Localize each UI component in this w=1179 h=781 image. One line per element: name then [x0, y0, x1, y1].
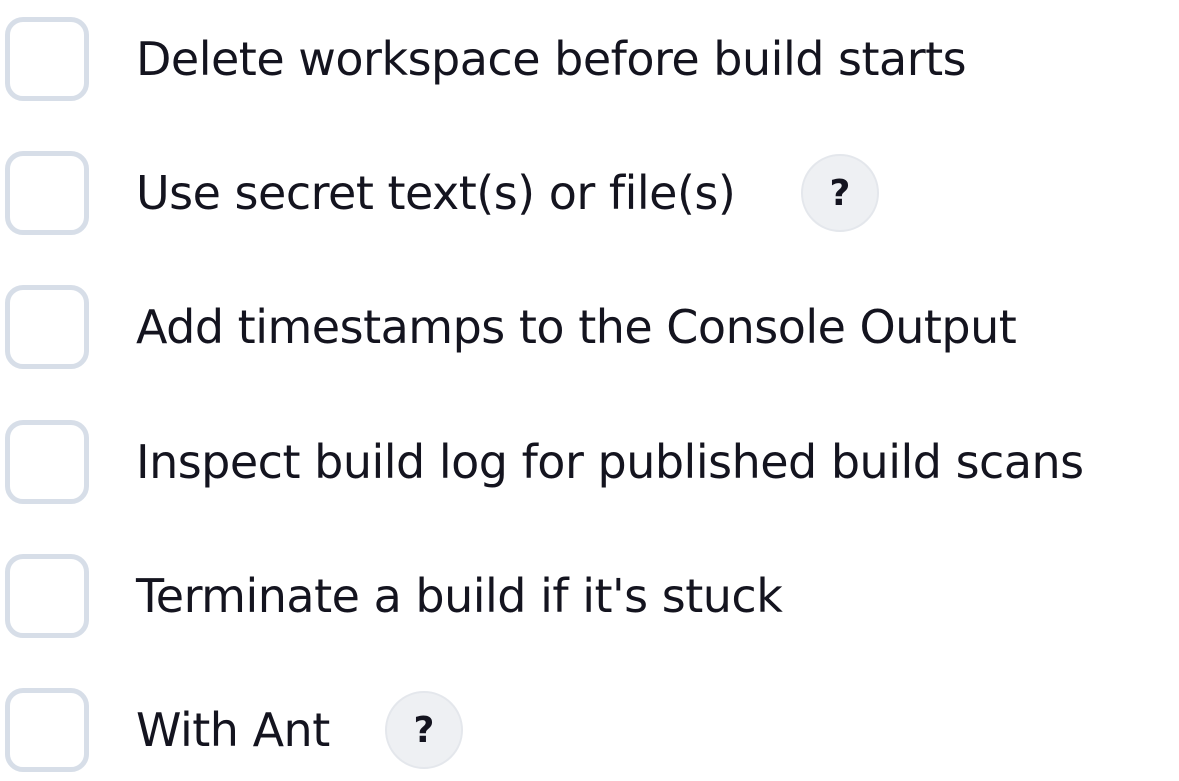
with-ant-label[interactable]: With Ant	[136, 707, 330, 753]
timestamps-label[interactable]: Add timestamps to the Console Output	[136, 304, 1017, 350]
delete-workspace-label[interactable]: Delete workspace before build starts	[136, 36, 967, 82]
timestamps-checkbox[interactable]	[5, 285, 89, 369]
secret-text-label[interactable]: Use secret text(s) or file(s)	[136, 170, 736, 216]
terminate-stuck-checkbox[interactable]	[5, 554, 89, 638]
with-ant-checkbox[interactable]	[5, 688, 89, 772]
terminate-stuck-label[interactable]: Terminate a build if it's stuck	[136, 573, 783, 619]
build-scans-checkbox[interactable]	[5, 420, 89, 504]
build-environment-options: Delete workspace before build starts Use…	[0, 0, 1179, 781]
secret-text-checkbox[interactable]	[5, 151, 89, 235]
delete-workspace-checkbox[interactable]	[5, 17, 89, 101]
build-scans-label[interactable]: Inspect build log for published build sc…	[136, 439, 1084, 485]
help-icon[interactable]: ?	[385, 691, 463, 769]
help-icon[interactable]: ?	[801, 154, 879, 232]
